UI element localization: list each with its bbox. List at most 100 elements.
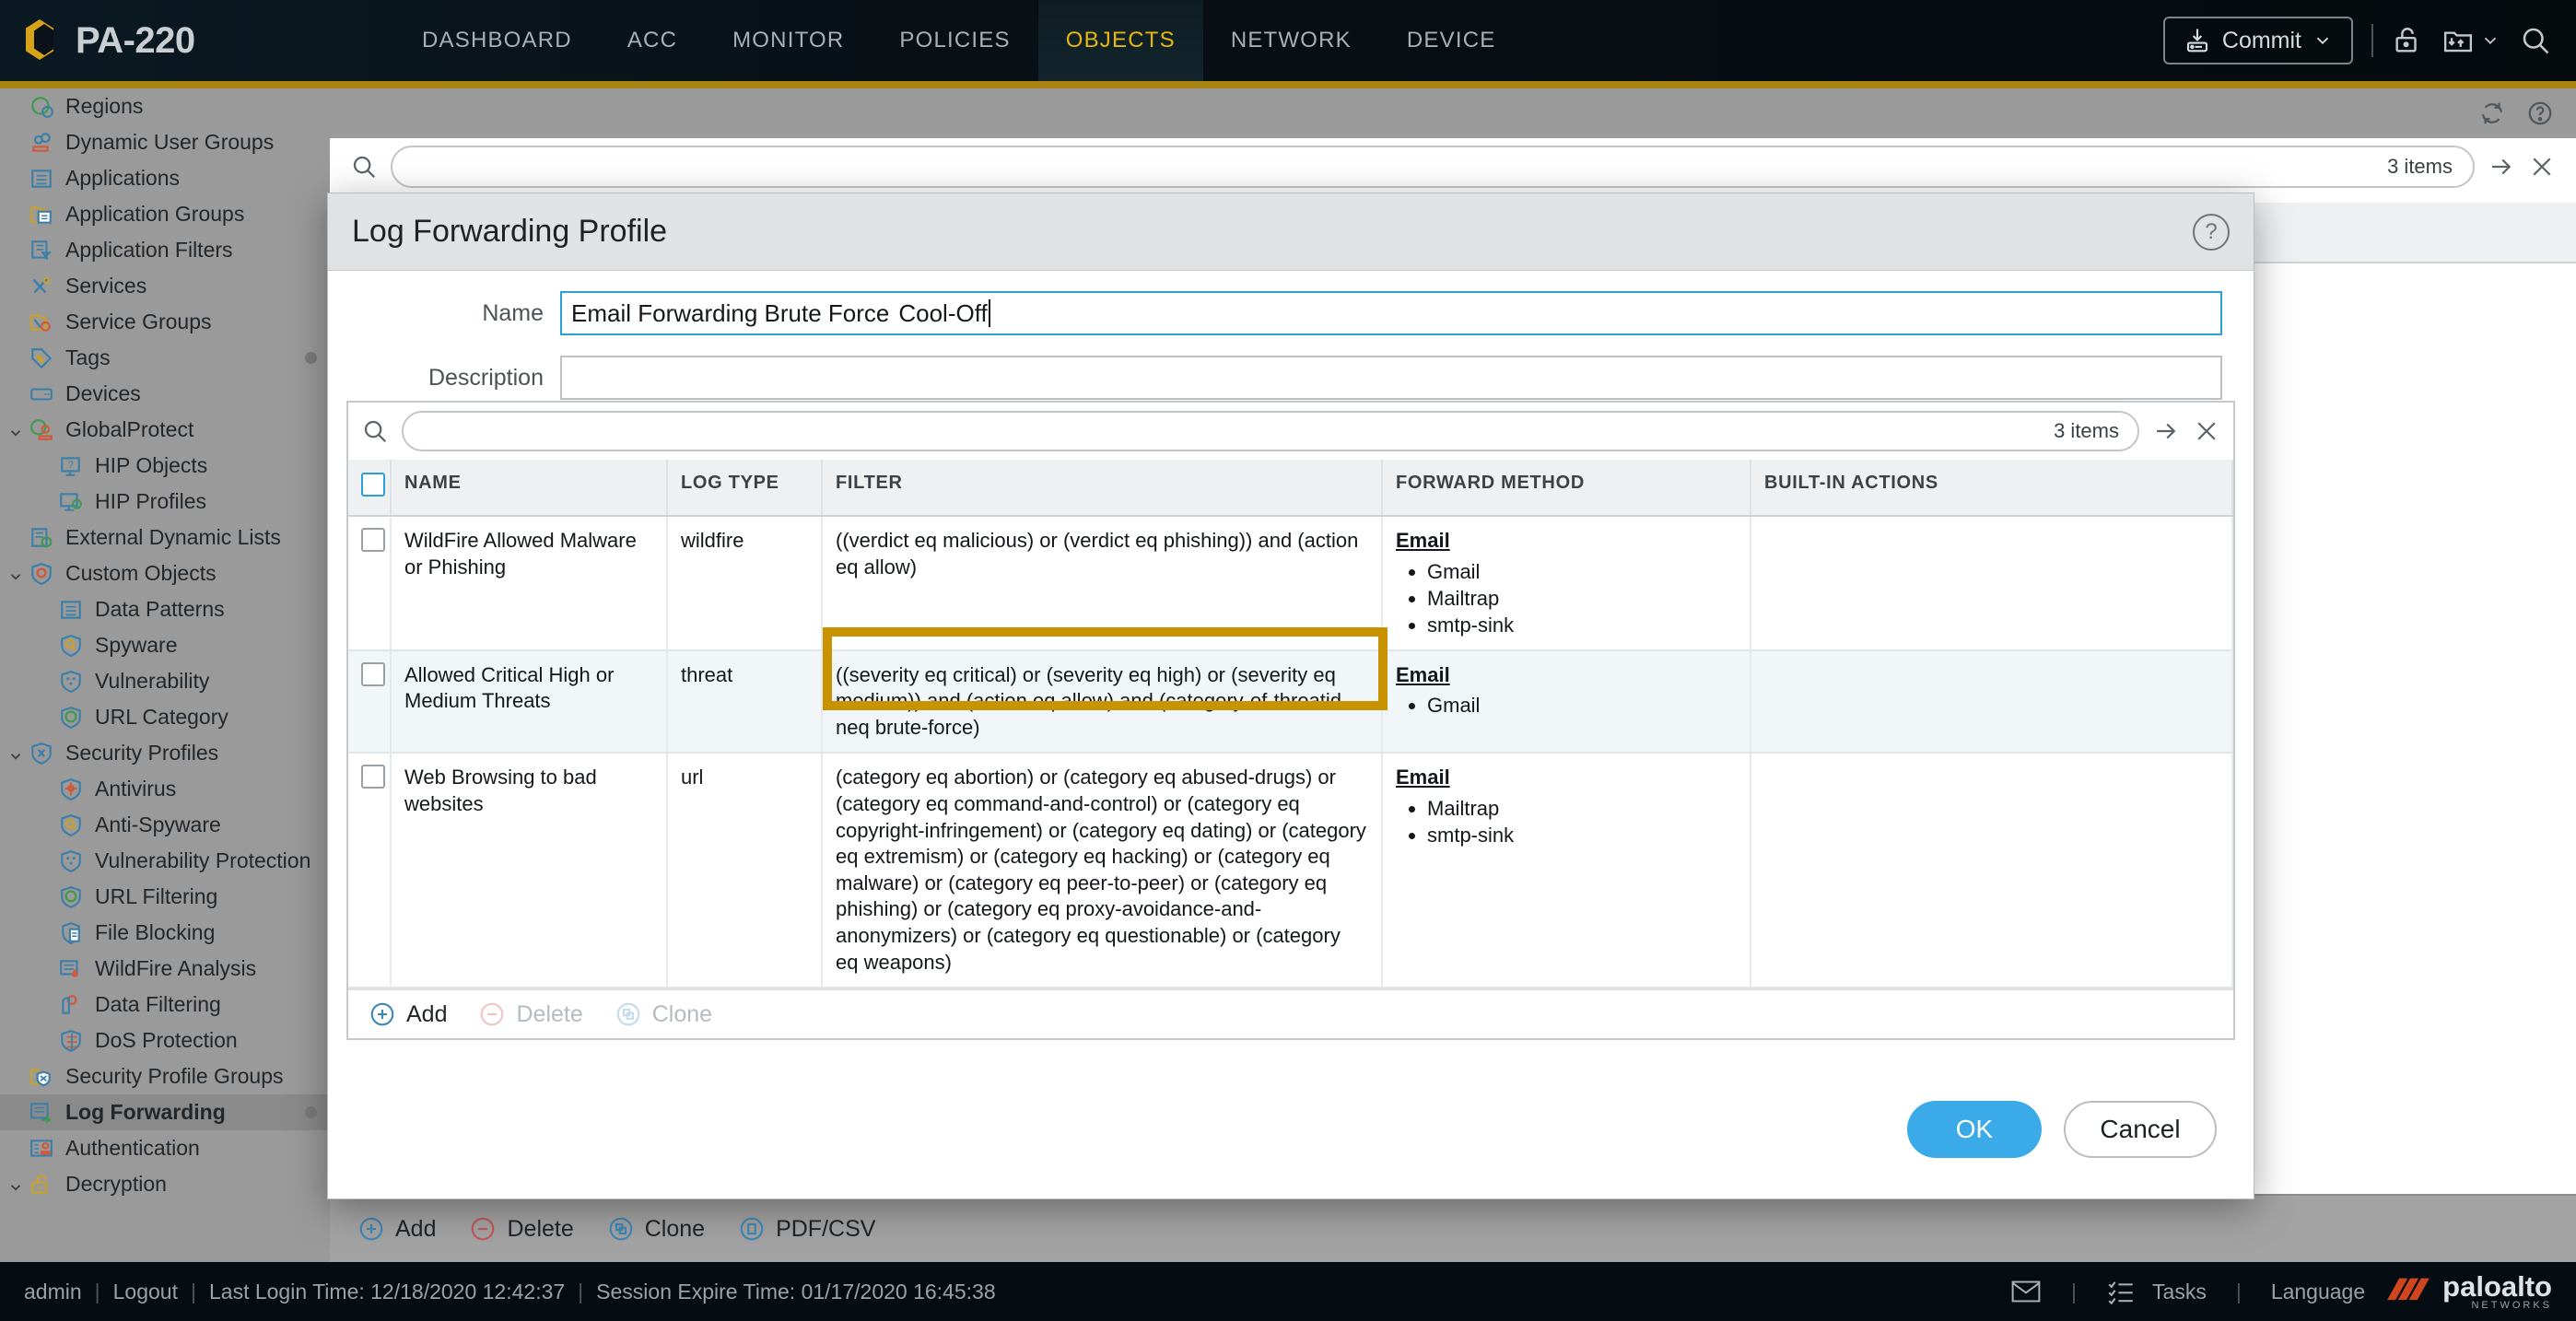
- row-checkbox[interactable]: [361, 661, 385, 686]
- background-search-bar: 3 items: [350, 138, 2556, 195]
- col-built-in-actions[interactable]: BUILT-IN ACTIONS: [1751, 460, 2233, 517]
- row-checkbox[interactable]: [361, 765, 385, 789]
- sidebar-item-services[interactable]: Services: [0, 268, 330, 304]
- background-delete-button[interactable]: Delete: [469, 1215, 574, 1243]
- nav-tab-objects[interactable]: OBJECTS: [1037, 0, 1203, 81]
- select-all-checkbox[interactable]: [361, 473, 385, 497]
- logout-link[interactable]: Logout: [113, 1280, 178, 1304]
- col-name[interactable]: NAME: [391, 460, 668, 517]
- sidebar-item-custom-objects[interactable]: Custom Objects: [0, 555, 330, 591]
- pdf-csv-icon: [738, 1215, 766, 1243]
- sidebar-item-data-patterns[interactable]: Data Patterns: [0, 591, 330, 627]
- sidebar-item-service-groups[interactable]: Service Groups: [0, 304, 330, 340]
- background-pdfcsv-button[interactable]: PDF/CSV: [738, 1215, 875, 1243]
- select-all-header[interactable]: [348, 460, 392, 517]
- arrow-right-icon[interactable]: [2488, 153, 2515, 181]
- search-icon[interactable]: [361, 417, 389, 445]
- background-add-button[interactable]: Add: [357, 1215, 436, 1243]
- table-row[interactable]: Web Browsing to bad websites url (catego…: [348, 753, 2233, 989]
- ok-button[interactable]: OK: [1907, 1101, 2042, 1158]
- tasks-icon[interactable]: [2106, 1279, 2136, 1304]
- row-select-cell[interactable]: [348, 649, 392, 754]
- sidebar-item-vulnerability-protection[interactable]: Vulnerability Protection: [0, 843, 330, 879]
- chevron-down-icon[interactable]: [7, 1176, 24, 1193]
- sidebar-item-application-groups[interactable]: Application Groups: [0, 196, 330, 232]
- unlock-icon[interactable]: [2392, 25, 2423, 56]
- sidebar-item-decryption[interactable]: Decryption: [0, 1166, 330, 1202]
- close-icon[interactable]: [2528, 153, 2556, 181]
- row-select-cell[interactable]: [348, 516, 392, 651]
- sidebar-item-log-forwarding[interactable]: Log Forwarding: [0, 1094, 330, 1130]
- sidebar-item-globalprotect[interactable]: GlobalProtect: [0, 412, 330, 448]
- col-forward-method[interactable]: FORWARD METHOD: [1382, 460, 1751, 517]
- nav-tab-device[interactable]: DEVICE: [1379, 0, 1524, 81]
- table-row[interactable]: WildFire Allowed Malware or Phishing wil…: [348, 516, 2233, 651]
- status-divider: |: [578, 1279, 584, 1303]
- tasks-label[interactable]: Tasks: [2152, 1280, 2207, 1304]
- sidebar-item-security-profile-groups[interactable]: Security Profile Groups: [0, 1058, 330, 1094]
- sidebar-item-data-filtering[interactable]: Data Filtering: [0, 987, 330, 1023]
- sidebar-item-dynamic-user-groups[interactable]: Dynamic User Groups: [0, 124, 330, 160]
- sidebar-item-wildfire-analysis[interactable]: WildFire Analysis: [0, 951, 330, 987]
- file-blocking-icon: [57, 921, 85, 945]
- chevron-down-icon[interactable]: [2313, 30, 2333, 51]
- forward-method-item: smtp-sink: [1427, 822, 1737, 848]
- match-delete-button[interactable]: Delete: [478, 1000, 583, 1028]
- sidebar-item-dos-protection[interactable]: DoS Protection: [0, 1023, 330, 1058]
- match-list-table: NAME LOG TYPE FILTER FORWARD METHOD BUIL…: [348, 460, 2233, 989]
- sidebar-item-url-filtering[interactable]: URL Filtering: [0, 879, 330, 915]
- close-icon[interactable]: [2193, 417, 2220, 445]
- help-icon-toolbar[interactable]: [2526, 99, 2554, 127]
- description-input[interactable]: [560, 356, 2222, 400]
- sidebar-item-hip-profiles[interactable]: HIP Profiles: [0, 484, 330, 520]
- sidebar-item-antivirus[interactable]: Antivirus: [0, 771, 330, 807]
- sidebar-item-file-blocking[interactable]: File Blocking: [0, 915, 330, 951]
- nav-tab-acc[interactable]: ACC: [600, 0, 705, 81]
- commit-button[interactable]: Commit: [2162, 17, 2353, 64]
- sidebar-item-regions[interactable]: Regions: [0, 88, 330, 124]
- match-list-item-count: 3 items: [2054, 419, 2119, 442]
- search-icon[interactable]: [2519, 24, 2552, 57]
- sidebar-item-authentication[interactable]: Authentication: [0, 1130, 330, 1166]
- background-search-input[interactable]: 3 items: [391, 146, 2475, 188]
- sidebar-item-label: Vulnerability Protection: [95, 848, 311, 872]
- arrow-right-icon[interactable]: [2152, 417, 2180, 445]
- chevron-down-icon[interactable]: [7, 422, 24, 438]
- background-clone-button[interactable]: Clone: [607, 1215, 705, 1243]
- nav-tab-policies[interactable]: POLICIES: [872, 0, 1037, 81]
- sidebar-item-application-filters[interactable]: Application Filters: [0, 232, 330, 268]
- sidebar-item-tags[interactable]: Tags: [0, 340, 330, 376]
- col-filter[interactable]: FILTER: [822, 460, 1383, 517]
- search-icon[interactable]: [350, 153, 378, 181]
- sidebar-item-vulnerability[interactable]: Vulnerability: [0, 663, 330, 699]
- name-input[interactable]: Email Forwarding Brute Force Cool-Off: [560, 291, 2222, 335]
- sidebar-item-spyware[interactable]: Spyware: [0, 627, 330, 663]
- row-select-cell[interactable]: [348, 753, 392, 989]
- sidebar-item-applications[interactable]: Applications: [0, 160, 330, 196]
- nav-tab-network[interactable]: NETWORK: [1203, 0, 1379, 81]
- sidebar-item-external-dynamic-lists[interactable]: External Dynamic Lists: [0, 520, 330, 555]
- cancel-button[interactable]: Cancel: [2064, 1101, 2217, 1158]
- col-log-type[interactable]: LOG TYPE: [667, 460, 823, 517]
- match-add-button[interactable]: Add: [369, 1000, 447, 1028]
- chevron-down-icon[interactable]: [7, 566, 24, 582]
- language-label[interactable]: Language: [2271, 1280, 2365, 1304]
- external-lists-icon: [28, 526, 55, 550]
- help-icon[interactable]: ?: [2193, 213, 2230, 251]
- row-checkbox[interactable]: [361, 528, 385, 552]
- sidebar-item-anti-spyware[interactable]: Anti-Spyware: [0, 807, 330, 843]
- match-clone-button[interactable]: Clone: [615, 1000, 712, 1028]
- nav-tab-monitor[interactable]: MONITOR: [705, 0, 872, 81]
- mail-icon[interactable]: [2010, 1278, 2042, 1305]
- sidebar-item-devices[interactable]: Devices: [0, 376, 330, 412]
- sidebar-item-hip-objects[interactable]: ? HIP Objects: [0, 448, 330, 484]
- chevron-down-icon[interactable]: [7, 745, 24, 762]
- nav-tab-dashboard[interactable]: DASHBOARD: [394, 0, 600, 81]
- sidebar-item-security-profiles[interactable]: Security Profiles: [0, 735, 330, 771]
- name-label: Name: [482, 299, 544, 326]
- table-row[interactable]: Allowed Critical High or Medium Threats …: [348, 649, 2233, 754]
- sidebar-item-url-category[interactable]: URL Category: [0, 699, 330, 735]
- refresh-icon[interactable]: [2478, 99, 2506, 127]
- config-transfer-icon[interactable]: [2441, 25, 2500, 56]
- match-list-search-input[interactable]: 3 items: [402, 411, 2139, 451]
